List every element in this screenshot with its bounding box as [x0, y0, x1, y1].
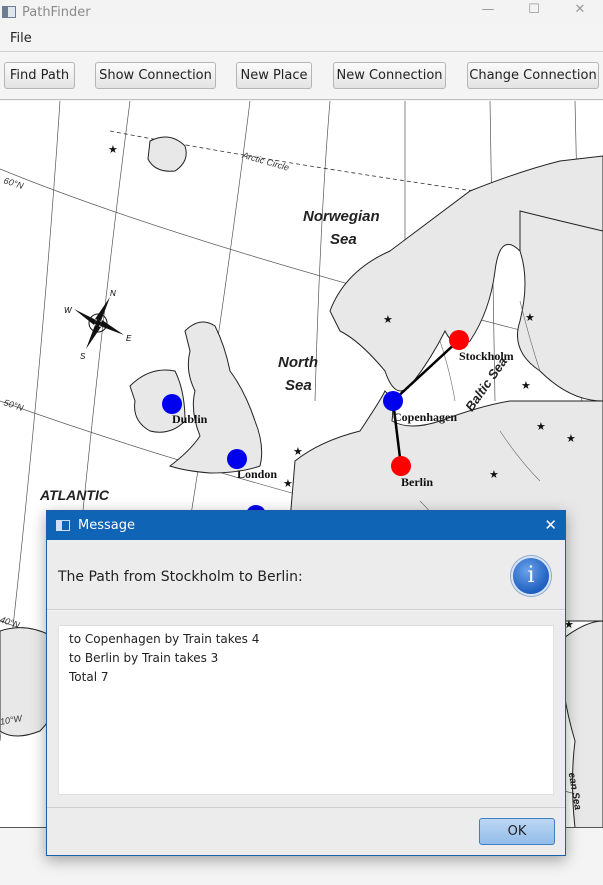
info-icon: i	[511, 556, 551, 596]
svg-text:★: ★	[521, 379, 531, 392]
dialog-close-icon[interactable]: ✕	[544, 516, 557, 534]
maximize-button[interactable]: ☐	[511, 0, 557, 24]
dialog-app-icon	[56, 520, 70, 531]
window-title: PathFinder	[22, 4, 91, 20]
svg-text:★: ★	[489, 468, 499, 481]
result-line-1: to Copenhagen by Train takes 4	[69, 632, 260, 646]
new-connection-button[interactable]: New Connection	[333, 62, 446, 89]
svg-text:★: ★	[293, 445, 303, 458]
compass-s: S	[80, 352, 86, 361]
lat-50-label: 50°N	[2, 397, 25, 413]
place-stockholm[interactable]	[449, 330, 469, 350]
place-dublin-label: Dublin	[172, 412, 208, 426]
svg-text:★: ★	[525, 311, 535, 324]
minimize-button[interactable]: —	[465, 0, 511, 24]
place-stockholm-label: Stockholm	[459, 349, 514, 363]
svg-text:★: ★	[566, 432, 576, 445]
dialog-title: Message	[78, 518, 135, 533]
arctic-circle-label: Arctic Circle	[240, 150, 290, 173]
ok-button[interactable]: OK	[479, 818, 555, 845]
norwegian-sea-label-2: Sea	[330, 231, 357, 248]
dialog-header: The Path from Stockholm to Berlin: i	[47, 540, 565, 610]
change-connection-button[interactable]: Change Connection	[467, 62, 599, 89]
compass-w: W	[64, 306, 73, 315]
norwegian-sea-label-1: Norwegian	[303, 208, 380, 225]
title-bar: PathFinder — ☐ ✕	[0, 0, 603, 24]
result-line-3: Total 7	[69, 670, 109, 684]
show-connection-button[interactable]: Show Connection	[95, 62, 216, 89]
place-london-label: London	[237, 467, 277, 481]
close-window-button[interactable]: ✕	[557, 0, 603, 24]
dialog-footer: OK	[47, 807, 565, 855]
place-london[interactable]	[227, 449, 247, 469]
toolbar: Find Path Show Connection New Place New …	[0, 52, 603, 100]
svg-text:★: ★	[108, 143, 118, 156]
compass-n: N	[110, 289, 116, 298]
new-place-button[interactable]: New Place	[236, 62, 312, 89]
place-copenhagen-label: Copenhagen	[393, 410, 457, 424]
svg-text:★: ★	[536, 420, 546, 433]
svg-text:★: ★	[383, 313, 393, 326]
place-berlin[interactable]	[391, 456, 411, 476]
dialog-header-text: The Path from Stockholm to Berlin:	[58, 569, 303, 585]
find-path-button[interactable]: Find Path	[4, 62, 75, 89]
atlantic-label: ATLANTIC	[39, 487, 110, 503]
message-dialog: Message ✕ The Path from Stockholm to Ber…	[46, 510, 566, 856]
north-sea-label-1: North	[278, 354, 318, 371]
dialog-title-bar: Message ✕	[47, 511, 565, 540]
compass-rose-icon: N S E W	[64, 289, 132, 361]
app-icon	[2, 6, 16, 18]
place-copenhagen[interactable]	[383, 391, 403, 411]
north-sea-label-2: Sea	[285, 377, 312, 394]
result-text-area[interactable]: to Copenhagen by Train takes 4 to Berlin…	[58, 625, 554, 795]
place-dublin[interactable]	[162, 394, 182, 414]
menu-bar: File	[0, 24, 603, 52]
place-berlin-label: Berlin	[401, 475, 433, 489]
svg-text:★: ★	[283, 477, 293, 490]
dialog-content: to Copenhagen by Train takes 4 to Berlin…	[47, 611, 565, 807]
compass-e: E	[126, 334, 132, 343]
result-line-2: to Berlin by Train takes 3	[69, 651, 219, 665]
menu-file[interactable]: File	[10, 31, 32, 46]
